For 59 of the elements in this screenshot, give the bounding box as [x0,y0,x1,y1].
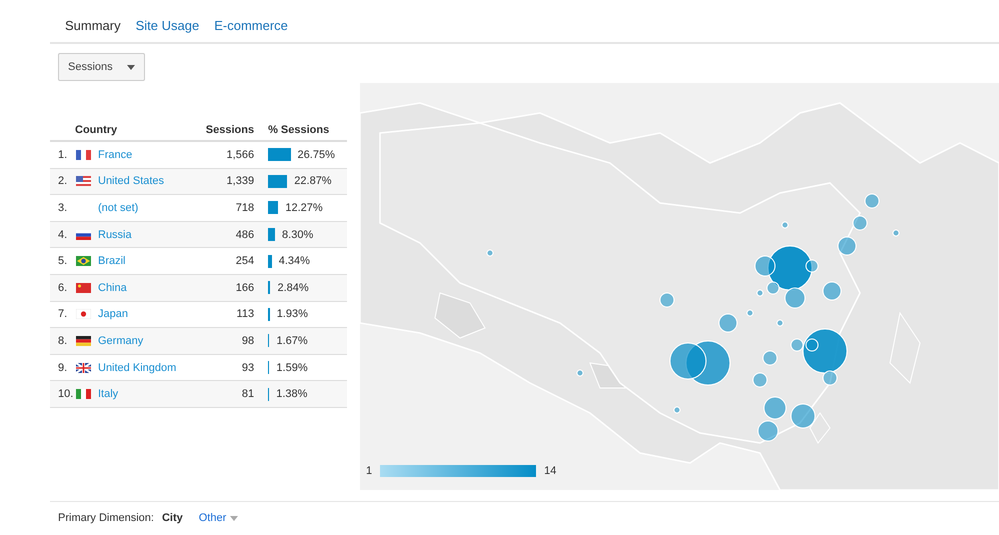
legend-max: 14 [544,465,556,477]
country-link[interactable]: United Kingdom [98,362,176,374]
rank-number: 10. [58,388,74,400]
sessions-value: 93 [242,362,254,374]
percent-value: 4.34% [278,255,310,268]
flag-icon [76,309,91,320]
tab[interactable]: E-commerce [214,18,288,33]
flag-icon [76,336,91,346]
sessions-value: 113 [236,308,254,320]
country-link[interactable]: Brazil [98,255,126,268]
sessions-value: 98 [242,334,254,347]
country-link[interactable]: China [98,282,127,294]
country-link[interactable]: France [98,148,132,161]
sessions-value: 486 [236,228,254,241]
percent-value: 12.27% [285,202,323,214]
rank-number: 7. [58,308,68,320]
rank-number: 6. [58,282,68,294]
column-header: Country [75,124,118,136]
caret-icon [230,516,238,520]
country-link[interactable]: Japan [98,308,128,320]
rank-number: 3. [58,202,68,214]
percent-value: 1.38% [276,388,308,400]
sessions-value: 1,339 [226,175,254,188]
column-header: % Sessions [268,124,330,136]
legend-min: 1 [366,465,372,477]
rank-number: 8. [58,334,68,347]
tab[interactable]: Site Usage [136,18,200,33]
metric-dropdown[interactable]: Sessions [58,53,145,81]
flag-icon [76,282,91,293]
rank-number: 1. [58,148,68,161]
percent-value: 26.75% [298,148,335,161]
country-link[interactable]: (not set) [98,202,138,214]
sessions-value: 1,566 [226,148,254,161]
percent-value: 22.87% [294,175,332,188]
country-link[interactable]: Italy [98,388,118,400]
rank-number: 9. [58,362,68,374]
tab[interactable]: Summary [65,18,121,33]
rank-number: 4. [58,228,68,241]
sessions-value: 81 [242,388,254,400]
sessions-value: 166 [236,282,254,294]
flag-icon [76,150,91,160]
selected-dimension: City [162,512,183,524]
country-link[interactable]: Germany [98,334,144,347]
flag-icon [76,256,91,266]
percent-value: 1.93% [276,308,308,320]
sessions-value: 718 [236,202,254,214]
column-header: Sessions [206,124,254,136]
percent-value: 2.84% [277,282,309,294]
flag-icon [76,362,91,373]
caret-icon [126,64,135,70]
rank-number: 5. [58,255,68,268]
country-link[interactable]: Russia [98,228,132,241]
dimension-label: Primary Dimension: [58,512,154,524]
percent-value: 1.59% [276,362,308,374]
rank-number: 2. [58,175,68,188]
percent-value: 8.30% [282,228,314,241]
sessions-value: 254 [236,255,254,268]
percent-value: 1.67% [276,334,308,347]
other-dropdown[interactable]: Other [198,512,238,524]
